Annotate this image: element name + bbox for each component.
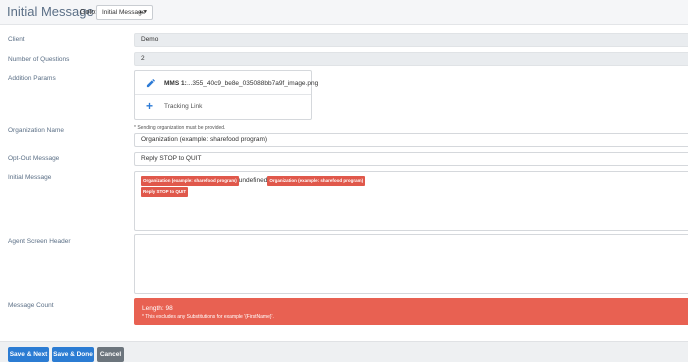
goto-label: Goto: xyxy=(80,9,98,16)
mms-label: MMS 1: xyxy=(164,80,187,87)
org-name-input[interactable]: Organization (example: sharefood program… xyxy=(134,133,688,147)
message-count-note: * This excludes any Substitutions for ex… xyxy=(142,314,274,320)
save-next-button[interactable]: Save & Next xyxy=(8,347,49,362)
addition-params-box: MMS 1: ...355_40c9_be8e_035088bb7a9f_ima… xyxy=(134,70,318,120)
chevron-updown-icon: ▲▼ xyxy=(138,9,148,15)
save-done-button[interactable]: Save & Done xyxy=(52,347,94,362)
pencil-icon[interactable] xyxy=(146,79,155,88)
num-questions-label: Number of Questions xyxy=(8,56,70,63)
org-token-chip[interactable]: Organization (example: sharefood program… xyxy=(141,176,239,186)
message-count-label: Message Count xyxy=(8,302,54,309)
tracking-link[interactable]: Tracking Link xyxy=(164,103,202,110)
opt-out-token-chip[interactable]: Reply STOP to QUIT xyxy=(141,187,189,197)
opt-out-input[interactable]: Reply STOP to QUIT xyxy=(134,152,688,166)
page-header: Initial Message Goto: Initial Message ▲▼ xyxy=(0,0,688,25)
initial-message-editor[interactable]: Organization (example: sharefood program… xyxy=(134,171,688,231)
message-count-alert: Length: 98 * This excludes any Substitut… xyxy=(134,298,688,325)
org-name-label: Organization Name xyxy=(8,127,64,134)
org-token-chip[interactable]: Organization (example: sharefood program… xyxy=(267,176,366,186)
tracking-link-row[interactable]: + Tracking Link xyxy=(135,95,311,119)
opt-out-label: Opt-Out Message xyxy=(8,155,60,162)
goto-select[interactable]: Initial Message ▲▼ xyxy=(96,5,153,20)
initial-message-label: Initial Message xyxy=(8,174,52,181)
client-field: Demo xyxy=(134,33,688,47)
message-text: undefined xyxy=(238,177,268,184)
agent-header-label: Agent Screen Header xyxy=(8,238,71,245)
footer-bar: Save & Next Save & Done Cancel xyxy=(0,341,688,362)
client-label: Client xyxy=(8,36,25,43)
org-name-note: * Sending organization must be provided. xyxy=(134,125,226,131)
message-length: Length: 98 xyxy=(142,305,173,312)
mms-filename: ...355_40c9_be8e_035088bb7a9f_image.png xyxy=(187,80,319,87)
plus-icon[interactable]: + xyxy=(146,100,156,112)
mms-row[interactable]: MMS 1: ...355_40c9_be8e_035088bb7a9f_ima… xyxy=(135,71,318,95)
cancel-button[interactable]: Cancel xyxy=(97,347,124,362)
addition-params-label: Addition Params xyxy=(8,75,56,82)
num-questions-field: 2 xyxy=(134,52,688,66)
agent-header-textarea[interactable] xyxy=(134,234,688,294)
